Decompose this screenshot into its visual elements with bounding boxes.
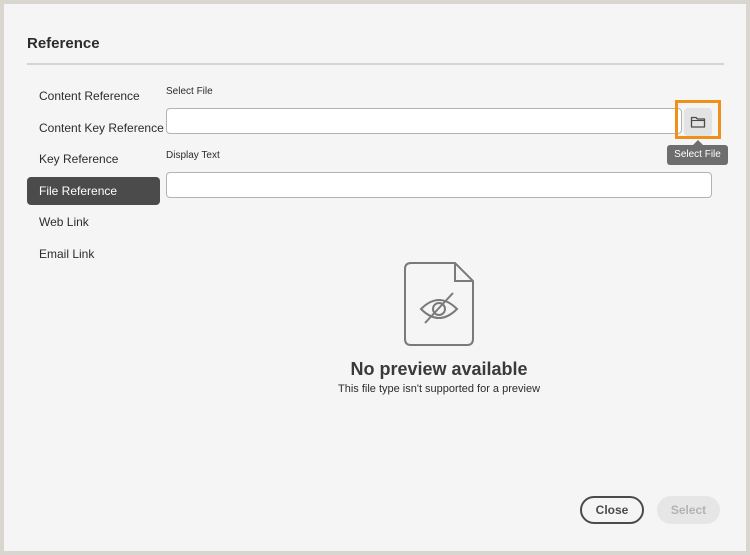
reference-dialog: Reference Content Reference Content Key …	[4, 4, 746, 551]
nav-item-web-link[interactable]: Web Link	[27, 208, 160, 236]
browse-file-button[interactable]	[684, 108, 712, 136]
select-file-input[interactable]	[166, 108, 682, 134]
display-text-label: Display Text	[166, 150, 220, 161]
nav-item-email-link[interactable]: Email Link	[27, 240, 160, 268]
select-file-tooltip: Select File	[667, 145, 728, 165]
close-button[interactable]: Close	[580, 496, 644, 524]
title-divider	[27, 63, 724, 65]
select-button[interactable]: Select	[657, 496, 720, 524]
display-text-input[interactable]	[166, 172, 712, 198]
nav-item-content-reference[interactable]: Content Reference	[27, 82, 160, 110]
no-preview-title: No preview available	[350, 359, 528, 379]
nav-item-content-key-reference[interactable]: Content Key Reference	[27, 114, 164, 142]
no-preview-subtitle: This file type isn't supported for a pre…	[337, 383, 541, 395]
nav-item-key-reference[interactable]: Key Reference	[27, 145, 160, 173]
dialog-title: Reference	[27, 35, 100, 52]
nav-item-file-reference[interactable]: File Reference	[27, 176, 160, 205]
select-file-label: Select File	[166, 86, 213, 97]
reference-type-nav: Content Reference Content Key Reference …	[27, 82, 164, 271]
eye-slash-file-icon	[404, 262, 474, 346]
folder-icon	[690, 116, 706, 128]
